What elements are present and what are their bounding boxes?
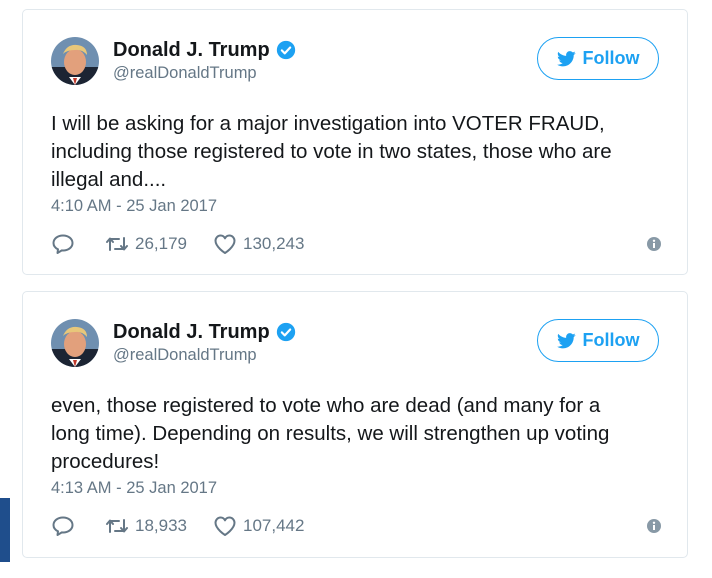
tweet-text: even, those registered to vote who are d…	[51, 392, 661, 476]
avatar[interactable]	[51, 37, 99, 85]
like-count: 130,243	[243, 234, 305, 253]
tweet-text-line: long time). Depending on results, we wil…	[51, 422, 610, 445]
retweet-icon	[106, 237, 128, 251]
reply-icon	[52, 234, 74, 254]
follow-label: Follow	[582, 48, 640, 68]
heart-icon	[214, 234, 236, 254]
author-name[interactable]: Donald J. Trump	[113, 38, 270, 62]
reply-button[interactable]	[51, 515, 75, 537]
tweet-card: Donald J. Trump @realDonaldTrump Follow …	[22, 291, 688, 558]
tweet-text-line: I will be asking for a major investigati…	[51, 112, 605, 135]
tweet-text-line: illegal and....	[51, 168, 167, 191]
tweet-actions: 26,179 130,243	[51, 232, 661, 256]
tweet-timestamp[interactable]: 4:13 AM - 25 Jan 2017	[51, 478, 217, 498]
tweet-text-line: procedures!	[51, 450, 160, 473]
author-handle[interactable]: @realDonaldTrump	[113, 63, 296, 83]
tweet-text-line: even, those registered to vote who are d…	[51, 394, 601, 417]
tweet-text-line: including those registered to vote in tw…	[51, 140, 612, 163]
follow-button[interactable]: Follow	[537, 319, 659, 362]
info-icon[interactable]	[647, 237, 661, 251]
follow-button[interactable]: Follow	[537, 37, 659, 80]
tweet-text: I will be asking for a major investigati…	[51, 110, 661, 194]
verified-badge-icon	[276, 40, 295, 60]
twitter-bird-icon	[556, 332, 576, 348]
tweet-card: Donald J. Trump @realDonaldTrump Follow …	[22, 9, 688, 275]
avatar[interactable]	[51, 319, 99, 367]
author-block: Donald J. Trump @realDonaldTrump	[113, 320, 296, 365]
heart-icon	[214, 516, 236, 536]
retweet-icon	[106, 519, 128, 533]
reply-icon	[52, 516, 74, 536]
like-button[interactable]: 130,243	[213, 233, 304, 255]
page: Donald J. Trump @realDonaldTrump Follow …	[0, 0, 712, 578]
author-name[interactable]: Donald J. Trump	[113, 320, 270, 344]
follow-label: Follow	[582, 330, 640, 350]
retweet-button[interactable]: 26,179	[105, 234, 187, 254]
tweet-actions: 18,933 107,442	[51, 514, 661, 538]
retweet-count: 26,179	[135, 234, 187, 253]
side-strip	[0, 498, 10, 562]
info-icon[interactable]	[647, 519, 661, 533]
reply-button[interactable]	[51, 233, 75, 255]
verified-badge-icon	[276, 322, 295, 342]
like-count: 107,442	[243, 516, 305, 535]
like-button[interactable]: 107,442	[213, 515, 304, 537]
author-block: Donald J. Trump @realDonaldTrump	[113, 38, 296, 83]
author-handle[interactable]: @realDonaldTrump	[113, 345, 296, 365]
retweet-button[interactable]: 18,933	[105, 516, 187, 536]
tweet-timestamp[interactable]: 4:10 AM - 25 Jan 2017	[51, 196, 217, 216]
retweet-count: 18,933	[135, 516, 187, 535]
twitter-bird-icon	[556, 50, 576, 66]
